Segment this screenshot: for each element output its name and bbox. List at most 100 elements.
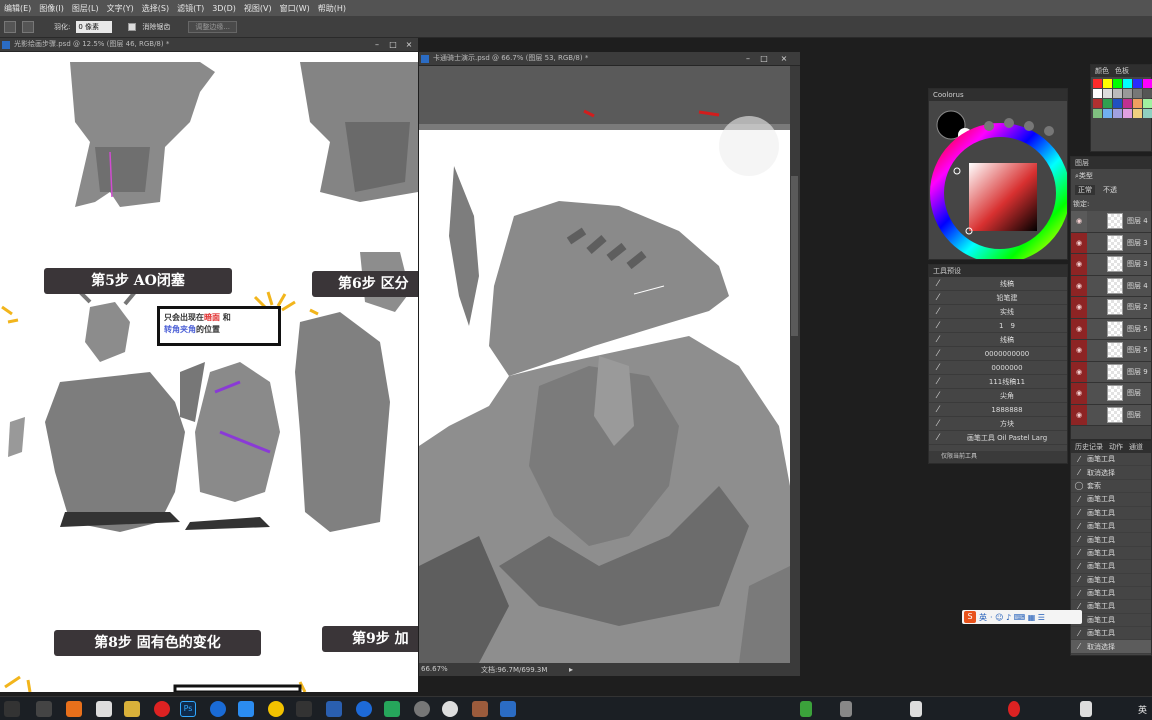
visibility-eye-icon[interactable]: ◉ bbox=[1071, 232, 1087, 253]
history-item[interactable]: ⁄画笔工具 bbox=[1071, 600, 1151, 614]
visibility-eye-icon[interactable]: ◉ bbox=[1071, 254, 1087, 275]
ime-tools-icon[interactable]: · ☺ ♪ ⌨ ▦ ☰ bbox=[990, 613, 1045, 622]
maximize-icon[interactable]: □ bbox=[759, 54, 769, 63]
preset-item[interactable]: ⁄ 线稿 bbox=[929, 333, 1067, 347]
swatch[interactable] bbox=[1113, 99, 1122, 108]
close-icon[interactable]: × bbox=[779, 54, 789, 63]
chrome-icon[interactable] bbox=[268, 701, 284, 717]
menu-3d[interactable]: 3D(D) bbox=[208, 4, 240, 13]
layer-row[interactable]: ◉ 图层 3 bbox=[1071, 254, 1151, 276]
tab-swatches[interactable]: 色板 bbox=[1115, 65, 1129, 77]
history-item[interactable]: ⁄画笔工具 bbox=[1071, 533, 1151, 547]
pen-icon[interactable] bbox=[36, 701, 52, 717]
swatch[interactable] bbox=[1093, 99, 1102, 108]
doc1-canvas[interactable]: 第5步 AO闭塞 第6步 区分 第8步 固有色的变化 第9步 加 只会出现在暗面… bbox=[0, 52, 418, 692]
swatch[interactable] bbox=[1093, 79, 1102, 88]
history-item[interactable]: ⁄画笔工具 bbox=[1071, 560, 1151, 574]
swatch[interactable] bbox=[1113, 109, 1122, 118]
visibility-eye-icon[interactable]: ◉ bbox=[1071, 404, 1087, 425]
feather-input[interactable]: 0 像素 bbox=[76, 20, 113, 33]
menu-view[interactable]: 视图(V) bbox=[240, 3, 276, 14]
color-wheel[interactable] bbox=[929, 101, 1070, 263]
layer-row[interactable]: ◉ 图层 2 bbox=[1071, 297, 1151, 319]
weibo-icon[interactable] bbox=[154, 701, 170, 717]
swatch[interactable] bbox=[1143, 109, 1152, 118]
swatch[interactable] bbox=[1143, 99, 1152, 108]
swatch[interactable] bbox=[1133, 89, 1142, 98]
zoom-level[interactable]: 66.67% bbox=[421, 665, 448, 673]
preset-item[interactable]: ⁄ 方块 bbox=[929, 417, 1067, 431]
preset-item[interactable]: ⁄ 0000000000 bbox=[929, 347, 1067, 361]
visibility-eye-icon[interactable]: ◉ bbox=[1071, 340, 1087, 361]
blender-icon[interactable] bbox=[296, 701, 312, 717]
history-item[interactable]: ⁄画笔工具 bbox=[1071, 493, 1151, 507]
app-check-icon[interactable] bbox=[500, 701, 516, 717]
history-item[interactable]: ⁄画笔工具 bbox=[1071, 547, 1151, 561]
visibility-eye-icon[interactable]: ◉ bbox=[1071, 297, 1087, 318]
layer-row[interactable]: ◉ 图层 4 bbox=[1071, 211, 1151, 233]
tab-color[interactable]: 颜色 bbox=[1095, 65, 1109, 77]
preset-item[interactable]: ⁄ 铅笔建 bbox=[929, 291, 1067, 305]
menu-layer[interactable]: 图层(L) bbox=[68, 3, 103, 14]
swatch[interactable] bbox=[1093, 89, 1102, 98]
history-item[interactable]: ⁄画笔工具 bbox=[1071, 614, 1151, 628]
layer-row[interactable]: ◉ 图层 9 bbox=[1071, 361, 1151, 383]
close-icon[interactable]: × bbox=[404, 40, 414, 49]
swatch[interactable] bbox=[1123, 89, 1132, 98]
swatch[interactable] bbox=[1133, 109, 1142, 118]
layer-row[interactable]: ◉ 图层 5 bbox=[1071, 340, 1151, 362]
tray-icon[interactable] bbox=[910, 701, 922, 717]
swatch[interactable] bbox=[1123, 109, 1132, 118]
layer-filter[interactable]: ⌕ 类型 bbox=[1071, 169, 1151, 183]
ime-language[interactable]: 英 bbox=[979, 612, 987, 623]
menu-image[interactable]: 图像(I) bbox=[35, 3, 68, 14]
layer-row[interactable]: ◉ 图层 3 bbox=[1071, 232, 1151, 254]
tab-actions[interactable]: 动作 bbox=[1109, 441, 1123, 453]
menu-help[interactable]: 帮助(H) bbox=[314, 3, 350, 14]
preset-item[interactable]: ⁄ 尖角 bbox=[929, 389, 1067, 403]
history-item[interactable]: ⁄ 取消选择 bbox=[1071, 466, 1151, 480]
app-icon[interactable] bbox=[66, 701, 82, 717]
history-item[interactable]: ⁄画笔工具 bbox=[1071, 453, 1151, 467]
swatch[interactable] bbox=[1113, 89, 1122, 98]
preset-item[interactable]: ⁄ 实线 bbox=[929, 305, 1067, 319]
tray-icon[interactable] bbox=[1080, 701, 1092, 717]
layer-row[interactable]: ◉ 图层 bbox=[1071, 383, 1151, 405]
swatch[interactable] bbox=[1123, 99, 1132, 108]
ghost-icon[interactable] bbox=[442, 701, 458, 717]
history-item[interactable]: ⁄ 取消选择 bbox=[1071, 640, 1151, 654]
browser-icon[interactable] bbox=[356, 701, 372, 717]
preset-item[interactable]: ⁄ 111线稿11 bbox=[929, 375, 1067, 389]
photoshop-icon[interactable]: Ps bbox=[180, 701, 196, 717]
menu-edit[interactable]: 编辑(E) bbox=[0, 3, 35, 14]
document-icon[interactable] bbox=[96, 701, 112, 717]
visibility-eye-icon[interactable]: ◉ bbox=[1071, 275, 1087, 296]
layer-filter-type[interactable]: 类型 bbox=[1079, 171, 1093, 181]
ime-toolbar[interactable]: S 英 · ☺ ♪ ⌨ ▦ ☰ bbox=[962, 610, 1082, 624]
doc2-canvas[interactable] bbox=[419, 66, 790, 663]
menu-window[interactable]: 窗口(W) bbox=[276, 3, 314, 14]
layer-row[interactable]: ◉ 图层 4 bbox=[1071, 275, 1151, 297]
tab-channels[interactable]: 通道 bbox=[1129, 441, 1143, 453]
swatch[interactable] bbox=[1103, 109, 1112, 118]
maximize-icon[interactable]: □ bbox=[388, 40, 398, 49]
swatch[interactable] bbox=[1103, 99, 1112, 108]
lasso-tool-icon[interactable] bbox=[4, 20, 16, 33]
swatch[interactable] bbox=[1103, 79, 1112, 88]
sketch-app-icon[interactable] bbox=[210, 701, 226, 717]
doc2-vscrollbar[interactable] bbox=[790, 66, 800, 663]
folder-icon[interactable] bbox=[124, 701, 140, 717]
tray-icon[interactable] bbox=[800, 701, 812, 717]
visibility-eye-icon[interactable]: ◉ bbox=[1071, 361, 1087, 382]
scroll-right-icon[interactable]: ▸ bbox=[569, 665, 583, 674]
swatch[interactable] bbox=[1123, 79, 1132, 88]
preset-item[interactable]: ⁄ 1 9 bbox=[929, 319, 1067, 333]
tab-history[interactable]: 历史记录 bbox=[1075, 441, 1103, 453]
swatch[interactable] bbox=[1103, 89, 1112, 98]
minimize-icon[interactable]: – bbox=[743, 54, 753, 63]
menu-select[interactable]: 选择(S) bbox=[138, 3, 173, 14]
tray-icon[interactable] bbox=[840, 701, 852, 717]
doc1-titlebar[interactable]: 光影绘画步骤.psd @ 12.5% (图层 46, RGB/8) * – □ … bbox=[0, 38, 418, 52]
visibility-eye-icon[interactable]: ◉ bbox=[1071, 211, 1087, 232]
preset-item[interactable]: ⁄ 画笔工具 Oil Pastel Larg bbox=[929, 431, 1067, 445]
